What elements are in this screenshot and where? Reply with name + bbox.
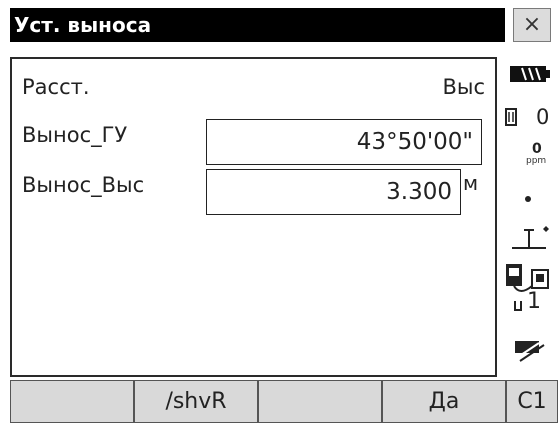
function-key-bar: /shvR Да С1 (10, 380, 558, 423)
battery-icon (510, 66, 550, 82)
stakeout-height-label: Вынос_Выс (22, 173, 145, 197)
close-button[interactable]: × (513, 8, 551, 42)
status-column: 0 0 ppm 1 (500, 57, 558, 377)
prism-id-value: 1 (527, 289, 541, 314)
softkey-page[interactable]: С1 (506, 380, 558, 423)
softkey-f1[interactable] (10, 380, 134, 423)
height-unit-label: м (463, 171, 479, 195)
prism-constant-icon (505, 108, 517, 126)
target-icon (512, 226, 549, 249)
close-icon: × (522, 12, 542, 37)
softkey-yes[interactable]: Да (382, 380, 506, 423)
tilt-sensor-icon (525, 196, 531, 202)
ppm-value: 0 (532, 141, 542, 157)
prism-id-icon (514, 301, 522, 311)
title-bar: Уст. выноса × (0, 0, 558, 42)
softkey-f2[interactable]: /shvR (134, 380, 258, 423)
window-title: Уст. выноса (10, 8, 505, 42)
ppm-label: ppm (526, 156, 547, 166)
softkey-f3[interactable] (258, 380, 382, 423)
height-header-label: Выс (442, 75, 485, 99)
laser-pointer-icon (514, 341, 545, 362)
stakeout-settings-panel: Расст. Выс Вынос_ГУ 43°50'00" Вынос_Выс … (10, 57, 497, 377)
prism-constant-value: 0 (536, 105, 550, 129)
stakeout-height-field[interactable]: 3.300 (206, 169, 461, 215)
stakeout-angle-field[interactable]: 43°50'00" (206, 119, 482, 165)
distance-label: Расст. (22, 75, 90, 99)
stakeout-angle-label: Вынос_ГУ (22, 123, 128, 147)
